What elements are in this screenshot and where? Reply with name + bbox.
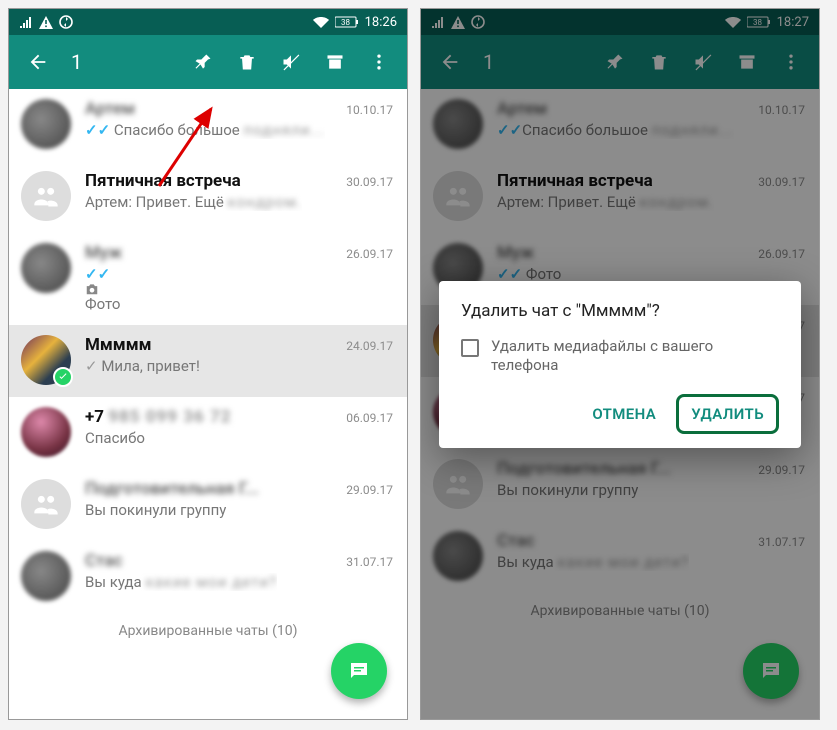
group-icon [32, 490, 60, 518]
chat-name: Ммммм [85, 335, 152, 355]
chat-name: Пятничная встреча [85, 171, 241, 191]
clock: 18:26 [365, 15, 397, 30]
chat-item[interactable]: Подготовительная Г... 29.09.17 Вы покину… [9, 469, 407, 541]
chat-date: 30.09.17 [346, 175, 393, 189]
chat-name: Подготовительная Г... [85, 479, 259, 499]
new-chat-fab[interactable] [331, 643, 387, 699]
archive-button[interactable] [315, 42, 355, 82]
signal-icon [19, 16, 33, 28]
chat-preview: ✓✓ Спасибо большое подняли... [85, 121, 325, 139]
chat-preview: Спасибо [85, 429, 145, 447]
camera-icon [85, 283, 120, 295]
chat-date: 29.09.17 [346, 483, 393, 497]
phone-left: 38 18:26 1 Арт [8, 8, 408, 720]
dialog-overlay[interactable]: Удалить чат с "Ммммм"? Удалить медиафайл… [421, 9, 819, 719]
chat-item[interactable]: Стас 31.07.17 Вы куда какие мои дети? [9, 541, 407, 613]
svg-text:38: 38 [341, 18, 350, 27]
chat-name: Стас [85, 551, 122, 571]
delete-button[interactable] [227, 42, 267, 82]
chat-list[interactable]: Артем 10.10.17 ✓✓ Спасибо большое поднял… [9, 89, 407, 719]
selection-count: 1 [71, 50, 82, 74]
dialog-actions: ОТМЕНА УДАЛИТЬ [461, 394, 779, 434]
chat-name: Муж [85, 243, 122, 263]
chat-date: 06.09.17 [346, 411, 393, 425]
chat-date: 26.09.17 [346, 247, 393, 261]
selected-check-icon [53, 367, 73, 387]
chat-name: +7 985 099 36 72 [85, 407, 231, 427]
read-ticks-icon: ✓✓ [85, 121, 110, 139]
selection-toolbar: 1 [9, 35, 407, 89]
chat-item[interactable]: +7 985 099 36 72 06.09.17 Спасибо [9, 397, 407, 469]
avatar[interactable] [21, 407, 71, 457]
overflow-button[interactable] [359, 42, 399, 82]
cancel-button[interactable]: ОТМЕНА [580, 397, 668, 431]
chat-item[interactable]: Артем 10.10.17 ✓✓ Спасибо большое поднял… [9, 89, 407, 161]
confirm-delete-button[interactable]: УДАЛИТЬ [676, 394, 779, 434]
dialog-title: Удалить чат с "Ммммм"? [461, 301, 779, 321]
chat-date: 10.10.17 [346, 103, 393, 117]
avatar[interactable] [21, 551, 71, 601]
battery-icon: 38 [335, 16, 359, 28]
sync-icon [59, 15, 73, 29]
read-ticks-icon: ✓✓ [85, 265, 110, 283]
wifi-icon [313, 16, 329, 28]
chat-preview: Артем: Привет. Ещё кондром. [85, 193, 302, 211]
checkbox-label: Удалить медиафайлы с вашего телефона [491, 337, 779, 376]
chat-preview: Вы куда какие мои дети? [85, 573, 277, 591]
chat-preview: Вы покинули группу [85, 501, 226, 519]
phone-right: 38 18:27 1 Артем10.10.17 ✓✓Спасибо больш… [420, 8, 820, 720]
status-bar: 38 18:26 [9, 9, 407, 35]
avatar[interactable] [21, 99, 71, 149]
sent-tick-icon: ✓ [85, 357, 98, 375]
chat-preview: ✓✓ Фото [85, 265, 120, 313]
chat-item[interactable]: Ммммм 24.09.17 ✓ Мила, привет! [9, 325, 407, 397]
delete-chat-dialog: Удалить чат с "Ммммм"? Удалить медиафайл… [439, 281, 801, 448]
chat-date: 31.07.17 [346, 555, 393, 569]
pin-button[interactable] [183, 42, 223, 82]
chat-name: Артем [85, 99, 135, 119]
chat-item[interactable]: Муж 26.09.17 ✓✓ Фото [9, 233, 407, 325]
back-button[interactable] [17, 41, 59, 83]
avatar[interactable] [21, 335, 71, 385]
delete-media-checkbox[interactable]: Удалить медиафайлы с вашего телефона [461, 337, 779, 376]
avatar[interactable] [21, 243, 71, 293]
chat-item[interactable]: Пятничная встреча 30.09.17 Артем: Привет… [9, 161, 407, 233]
chat-date: 24.09.17 [346, 339, 393, 353]
chat-preview: ✓ Мила, привет! [85, 357, 200, 375]
avatar[interactable] [21, 171, 71, 221]
chat-icon [347, 659, 371, 683]
avatar[interactable] [21, 479, 71, 529]
checkbox-icon [461, 339, 479, 357]
archived-chats-link[interactable]: Архивированные чаты (10) [9, 613, 407, 649]
mute-button[interactable] [271, 42, 311, 82]
group-icon [32, 182, 60, 210]
warning-icon [39, 16, 53, 29]
